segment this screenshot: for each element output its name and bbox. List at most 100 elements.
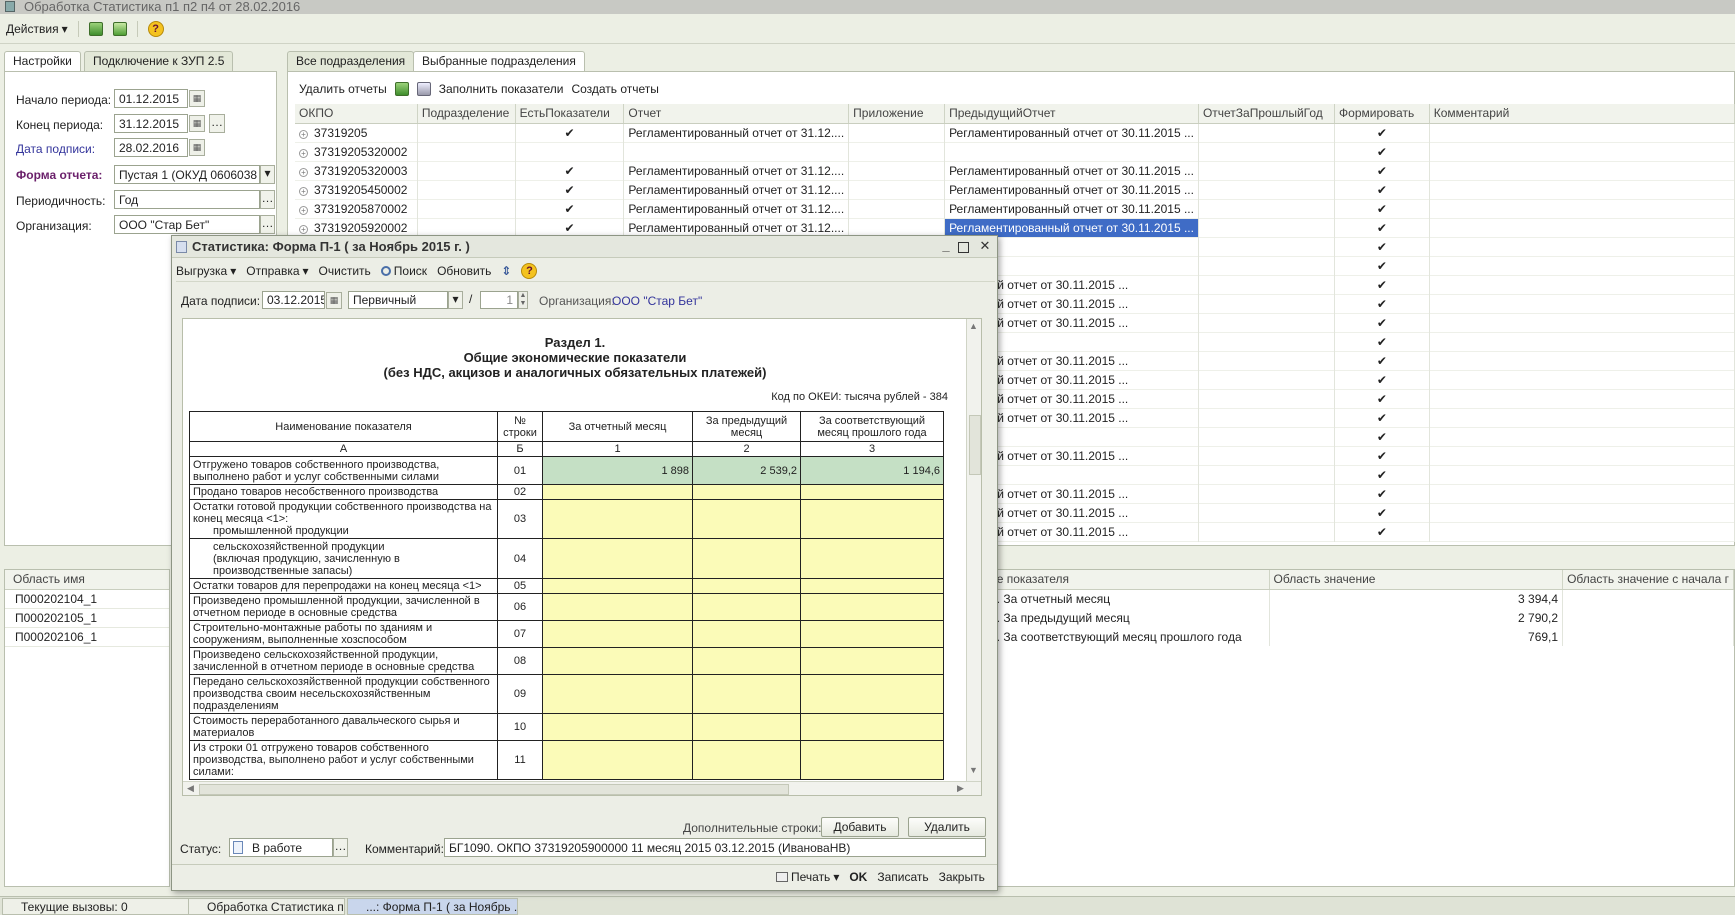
scroll-left-icon[interactable]: ◀ <box>187 783 194 794</box>
column-header[interactable]: Формировать <box>1334 104 1430 124</box>
save-button[interactable]: Записать <box>877 870 928 884</box>
value-cell[interactable] <box>542 499 693 539</box>
expand-icon[interactable]: + <box>299 186 308 196</box>
scroll-up-icon[interactable]: ▲ <box>969 321 978 331</box>
dialog-title[interactable]: Статистика: Форма П-1 ( за Ноябрь 2015 г… <box>172 236 997 258</box>
check-all-icon[interactable] <box>394 82 409 96</box>
list-item[interactable]: П000202105_1 <box>5 609 169 628</box>
table-row[interactable]: +37319205 ✔ Регламентированный отчет от 31… <box>295 123 1735 142</box>
calendar-icon[interactable]: ▦ <box>189 90 205 107</box>
value-cell[interactable] <box>692 484 801 500</box>
tab-selected-departments[interactable]: Выбранные подразделения <box>413 51 585 71</box>
column-header[interactable]: ОтчетЗаПрошлыйГод <box>1198 104 1336 124</box>
taskbar-processing-window[interactable]: Обработка Статистика п1 ... <box>188 898 345 915</box>
copy-icon[interactable] <box>416 82 431 96</box>
sign-date-input[interactable]: 28.02.2016 <box>114 138 188 157</box>
value-cell[interactable] <box>800 674 944 714</box>
table-row[interactable]: 2. За предыдущий месяц 2 790,2 <box>986 608 1734 627</box>
value-cell[interactable] <box>800 647 944 675</box>
expand-icon[interactable]: + <box>299 205 308 215</box>
taskbar-current-calls[interactable]: Текущие вызовы: 0 <box>2 898 194 915</box>
period-select-button[interactable]: … <box>209 114 225 133</box>
scroll-right-icon[interactable]: ▶ <box>957 783 964 794</box>
add-row-button[interactable]: Добавить <box>821 817 899 837</box>
status-input[interactable]: В работе <box>229 838 333 857</box>
help-icon[interactable]: ? <box>147 20 164 37</box>
value-cell[interactable] <box>692 620 801 648</box>
tab-settings[interactable]: Настройки <box>4 51 81 71</box>
table-row[interactable]: +37319205320003 ✔ Регламентированный отчет… <box>295 161 1735 180</box>
print-menu[interactable]: Печать ▾ <box>776 870 839 884</box>
correction-number-input[interactable]: 1 <box>480 291 518 309</box>
period-start-input[interactable]: 01.12.2015 <box>114 89 188 108</box>
value-cell[interactable] <box>692 674 801 714</box>
column-header[interactable]: Область значение с начала г <box>1562 570 1734 590</box>
value-cell[interactable] <box>692 499 801 539</box>
table-row[interactable]: 2. За отчетный месяц 3 394,4 <box>986 589 1734 608</box>
report-kind-select[interactable]: Первичный <box>348 291 448 309</box>
table-row[interactable]: +37319205870002 ✔ Регламентированный отчет… <box>295 199 1735 218</box>
upload-icon[interactable] <box>112 21 127 36</box>
value-cell[interactable] <box>800 484 944 500</box>
report-form-select[interactable]: Пустая 1 (ОКУД 0606038 н <box>114 165 260 184</box>
period-end-input[interactable]: 31.12.2015 <box>114 114 188 133</box>
ok-button[interactable]: OK <box>849 870 867 884</box>
value-cell[interactable]: 1 898 <box>542 456 693 485</box>
column-header[interactable]: Область значение <box>1269 570 1564 590</box>
chevron-down-icon[interactable]: ▾ <box>260 165 275 184</box>
comment-input[interactable]: БГ1090. ОКПО 37319205900000 11 месяц 201… <box>444 838 986 857</box>
value-cell[interactable] <box>692 740 801 780</box>
value-cell[interactable] <box>800 740 944 780</box>
calendar-icon[interactable]: ▦ <box>189 139 205 156</box>
taskbar-form-window[interactable]: ...: Форма П-1 ( за Ноябрь ... <box>347 898 518 915</box>
value-cell[interactable] <box>800 538 944 579</box>
expand-icon[interactable]: + <box>299 224 308 234</box>
maximize-icon[interactable] <box>958 242 969 253</box>
value-cell[interactable] <box>692 593 801 621</box>
value-cell[interactable] <box>692 578 801 594</box>
actions-menu[interactable]: Действия ▾ <box>6 22 68 36</box>
value-cell[interactable] <box>800 499 944 539</box>
help-icon[interactable]: ? <box>521 262 538 279</box>
value-cell[interactable] <box>542 713 693 741</box>
value-cell[interactable] <box>800 620 944 648</box>
calendar-icon[interactable]: ▦ <box>189 115 205 132</box>
value-cell[interactable] <box>542 578 693 594</box>
settings-icon[interactable]: ⇕ <box>501 264 511 278</box>
send-menu[interactable]: Отправка ▾ <box>246 264 308 278</box>
close-button[interactable]: Закрыть <box>939 870 985 884</box>
value-cell[interactable] <box>692 538 801 579</box>
column-header[interactable]: Отчет <box>623 104 850 124</box>
minimize-icon[interactable]: _ <box>939 239 953 253</box>
delete-row-button[interactable]: Удалить <box>908 817 986 837</box>
expand-icon[interactable]: + <box>299 129 308 139</box>
scroll-thumb[interactable] <box>969 415 981 475</box>
table-row[interactable]: +37319205450002 ✔ Регламентированный отчет… <box>295 180 1735 199</box>
value-cell[interactable] <box>542 620 693 648</box>
column-header[interactable]: ОКПО <box>295 104 418 124</box>
value-cell[interactable] <box>692 713 801 741</box>
tab-all-departments[interactable]: Все подразделения <box>287 51 415 71</box>
organization-select-button[interactable]: … <box>260 215 275 234</box>
report-vertical-scrollbar[interactable]: ▲ ▼ <box>966 319 981 781</box>
value-cell[interactable] <box>542 593 693 621</box>
export-menu[interactable]: Выгрузка ▾ <box>176 264 236 278</box>
scroll-down-icon[interactable]: ▼ <box>969 765 978 775</box>
value-cell[interactable] <box>692 647 801 675</box>
status-select-button[interactable]: … <box>333 838 348 857</box>
value-cell[interactable] <box>542 740 693 780</box>
table-row[interactable]: +37319205320002 ✔ <box>295 142 1735 161</box>
value-cell[interactable]: 1 194,6 <box>800 456 944 485</box>
stepper-icon[interactable]: ▲ ▼ <box>518 291 528 309</box>
value-cell[interactable] <box>542 538 693 579</box>
refresh-button[interactable]: Обновить <box>437 264 491 278</box>
chevron-down-icon[interactable]: ▾ <box>448 291 463 309</box>
dlg-org-link[interactable]: ООО "Стар Бет" <box>612 294 702 308</box>
value-cell[interactable] <box>800 593 944 621</box>
column-header[interactable]: Подразделение <box>417 104 516 124</box>
column-header[interactable]: ПредыдущийОтчет <box>944 104 1199 124</box>
fill-indicators-button[interactable]: Заполнить показатели <box>439 82 564 96</box>
column-header[interactable]: ие показателя <box>986 570 1270 590</box>
list-item[interactable]: П000202104_1 <box>5 590 169 609</box>
periodicity-select-button[interactable]: … <box>260 190 275 209</box>
